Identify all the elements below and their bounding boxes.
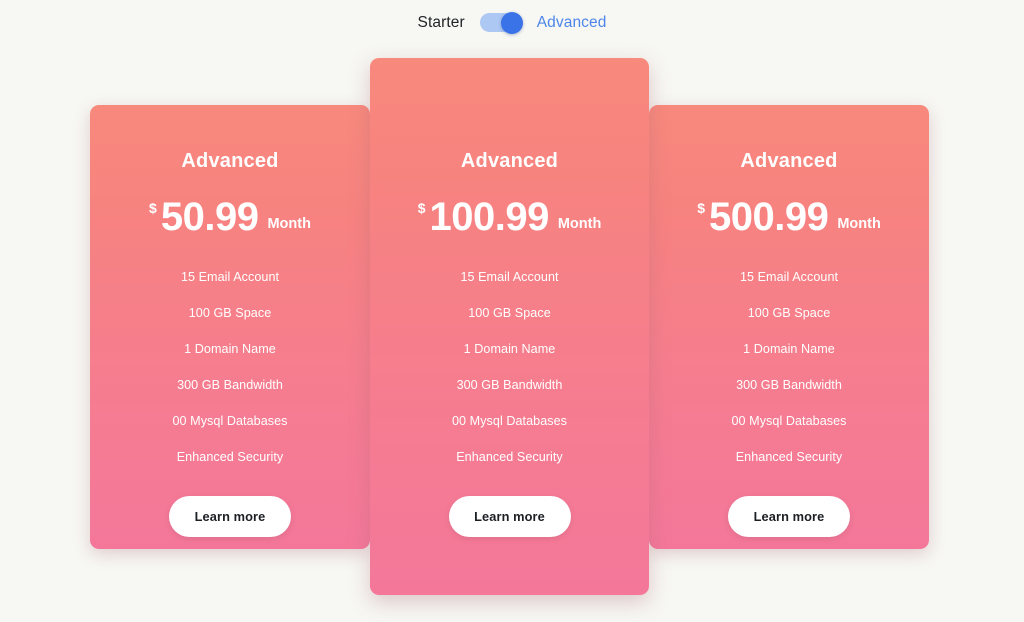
pricing-card-starter-tier[interactable]: Advanced $ 50.99 Month 15 Email Account … <box>90 105 370 549</box>
price-currency-symbol: $ <box>417 200 426 216</box>
learn-more-button[interactable]: Learn more <box>728 496 850 538</box>
plan-price: $ 500.99 Month <box>697 197 881 237</box>
feature-item: 1 Domain Name <box>463 342 556 357</box>
feature-item: 1 Domain Name <box>184 342 276 357</box>
plan-feature-list: 15 Email Account 100 GB Space 1 Domain N… <box>90 265 370 470</box>
toggle-label-advanced[interactable]: Advanced <box>537 14 607 32</box>
plan-tier-switch[interactable] <box>479 11 523 34</box>
feature-item: Enhanced Security <box>735 450 843 465</box>
feature-item: 100 GB Space <box>188 306 272 321</box>
learn-more-button[interactable]: Learn more <box>448 496 571 538</box>
learn-more-button[interactable]: Learn more <box>169 496 291 538</box>
feature-item: 100 GB Space <box>468 306 551 321</box>
feature-item: 300 GB Bandwidth <box>736 378 842 393</box>
price-amount: 50.99 <box>160 195 259 239</box>
switch-knob <box>500 11 523 34</box>
pricing-page: Starter Advanced Advanced $ 50.99 Month … <box>0 0 1024 622</box>
price-amount: 500.99 <box>708 195 829 239</box>
plan-price: $ 50.99 Month <box>149 197 311 237</box>
pricing-card-premium-tier[interactable]: Advanced $ 500.99 Month 15 Email Account… <box>649 105 929 549</box>
feature-item: Enhanced Security <box>456 450 563 465</box>
feature-item: 00 Mysql Databases <box>731 414 847 429</box>
price-period: Month <box>837 216 881 232</box>
feature-item: 00 Mysql Databases <box>452 414 567 429</box>
feature-item: 15 Email Account <box>460 270 559 284</box>
feature-item: 15 Email Account <box>739 270 839 284</box>
feature-item: 100 GB Space <box>747 306 831 321</box>
price-currency-symbol: $ <box>149 200 157 216</box>
plan-price: $ 100.99 Month <box>418 197 602 237</box>
price-currency-symbol: $ <box>697 200 705 216</box>
feature-item: 15 Email Account <box>180 270 280 284</box>
plan-title: Advanced <box>740 150 838 172</box>
feature-item: 00 Mysql Databases <box>172 414 288 429</box>
plan-tier-toggle-row: Starter Advanced <box>0 11 1024 34</box>
plan-title: Advanced <box>181 150 279 172</box>
price-period: Month <box>557 216 602 232</box>
price-period: Month <box>267 216 311 232</box>
feature-item: 300 GB Bandwidth <box>177 378 283 393</box>
price-amount: 100.99 <box>429 195 549 239</box>
toggle-label-starter[interactable]: Starter <box>418 14 465 32</box>
plan-feature-list: 15 Email Account 100 GB Space 1 Domain N… <box>649 265 929 470</box>
plan-feature-list: 15 Email Account 100 GB Space 1 Domain N… <box>370 265 649 470</box>
plan-title: Advanced <box>460 150 559 172</box>
feature-item: Enhanced Security <box>176 450 284 465</box>
pricing-card-featured[interactable]: Advanced $ 100.99 Month 15 Email Account… <box>370 58 649 595</box>
feature-item: 1 Domain Name <box>743 342 835 357</box>
feature-item: 300 GB Bandwidth <box>456 378 563 393</box>
